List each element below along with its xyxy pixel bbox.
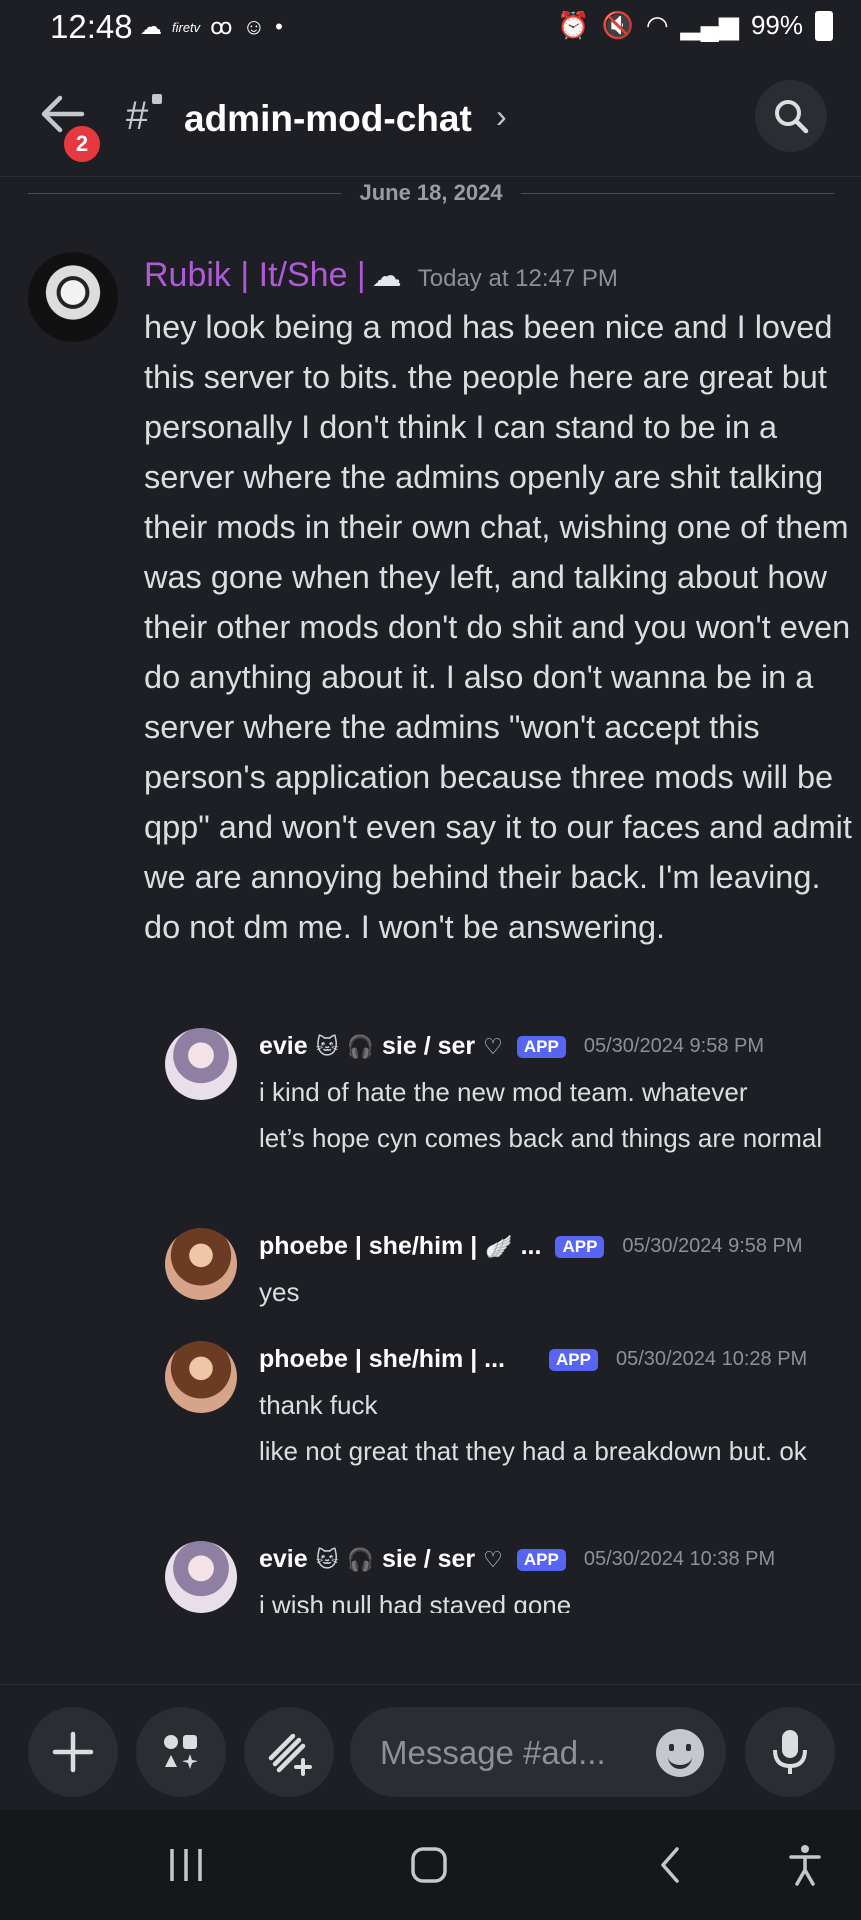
cloud-game-icon: ☁: [140, 14, 162, 39]
quoted-truncation: ...: [520, 1232, 542, 1260]
wing-emoji-icon: 🪽: [485, 1233, 513, 1259]
quoted-line: i kind of hate the new mod team. whateve…: [259, 1077, 748, 1107]
quoted-line: like not great that they had a breakdown…: [259, 1436, 807, 1466]
app-tag: APP: [555, 1235, 605, 1258]
quoted-text: i kind of hate the new mod team. whateve…: [259, 1072, 829, 1164]
home-icon: [411, 1847, 447, 1883]
date-label: June 18, 2024: [359, 180, 503, 205]
recents-button[interactable]: [156, 1842, 216, 1888]
cat-emoji-icon: 🐱: [315, 1546, 339, 1572]
quoted-author: evie: [259, 1545, 308, 1573]
accessibility-icon: [789, 1845, 821, 1886]
quoted-pronouns: sie / ser: [382, 1545, 476, 1573]
quoted-timestamp: 05/30/2024 10:28 PM: [615, 1348, 808, 1370]
quoted-text: yes: [259, 1272, 829, 1318]
plus-icon: [52, 1731, 94, 1773]
unread-badge: 2: [60, 122, 104, 166]
home-button[interactable]: [399, 1842, 459, 1888]
divider-line: [520, 192, 835, 194]
quoted-line: thank fuck: [259, 1390, 378, 1420]
cat-emoji-icon: 🐱: [315, 1033, 339, 1059]
quoted-author: phoebe | she/him | ...: [259, 1345, 505, 1373]
recents-icon: [170, 1849, 202, 1881]
voicemail-icon: ꝏ: [210, 14, 233, 39]
app-tag: APP: [516, 1548, 566, 1571]
wifi-icon: ◠: [645, 10, 669, 40]
quoted-line: yes: [259, 1277, 300, 1307]
app-tag: APP: [548, 1348, 598, 1371]
status-time: 12:48: [50, 8, 133, 45]
quoted-line: let’s hope cyn comes back and things are…: [259, 1123, 823, 1153]
quoted-timestamp: 05/30/2024 9:58 PM: [583, 1035, 764, 1057]
message-timestamp: Today at 12:47 PM: [417, 265, 618, 292]
quoted-author: evie: [259, 1032, 308, 1060]
quoted-pronouns: sie / ser: [382, 1032, 476, 1060]
battery-icon: [815, 10, 833, 41]
date-divider: June 18, 2024: [28, 176, 835, 210]
ribbon-icon: ♡: [483, 1546, 503, 1572]
alarm-icon: ⏰: [557, 10, 590, 40]
avatar: [165, 1028, 237, 1100]
reddit-icon: ☺: [242, 14, 266, 39]
signal-icon: ▂▄▆: [680, 10, 739, 40]
quoted-header: phoebe | she/him | 🪽 ... APP 05/30/2024 …: [259, 1232, 803, 1261]
avatar: [165, 1541, 237, 1613]
back-icon: [661, 1847, 679, 1883]
channel-header: 2 # admin-mod-chat ›: [0, 58, 861, 177]
gift-button[interactable]: [244, 1707, 334, 1797]
snow-cloud-icon: ☁: [371, 260, 402, 293]
accessibility-button[interactable]: [775, 1842, 835, 1888]
system-nav-bar: [0, 1810, 861, 1920]
dot-icon: •: [275, 14, 283, 39]
avatar: [165, 1228, 237, 1300]
microphone-icon: [773, 1730, 807, 1774]
apps-icon: [164, 1735, 198, 1769]
message-composer: [0, 1684, 861, 1811]
quoted-line: i wish null had stayed gone: [259, 1590, 572, 1613]
quoted-author: phoebe | she/him |: [259, 1232, 478, 1260]
status-bar: 12:48 ☁ firetv ꝏ ☺ • ⏰ 🔇 ◠ ▂▄▆ 99%: [0, 0, 861, 58]
search-button[interactable]: [755, 80, 827, 152]
status-left-icons: ☁ firetv ꝏ ☺ •: [140, 14, 283, 40]
channel-title[interactable]: admin-mod-chat: [184, 98, 472, 140]
avatar: [165, 1341, 237, 1413]
headphones-icon: 🎧: [346, 1033, 375, 1059]
apps-button[interactable]: [136, 1707, 226, 1797]
add-attachment-button[interactable]: [28, 1707, 118, 1797]
status-right-icons: ⏰ 🔇 ◠ ▂▄▆ 99%: [557, 10, 833, 41]
author-name[interactable]: Rubik | It/She |: [144, 256, 366, 295]
quoted-text: thank fuck like not great that they had …: [259, 1385, 829, 1477]
quoted-text: i wish null had stayed gone: [259, 1585, 829, 1613]
quoted-timestamp: 05/30/2024 10:38 PM: [583, 1548, 776, 1570]
app-tag: APP: [516, 1035, 566, 1058]
quoted-header: evie 🐱 🎧 sie / ser ♡ APP 05/30/2024 9:58…: [259, 1032, 764, 1061]
voice-message-button[interactable]: [745, 1707, 835, 1797]
headphones-icon: 🎧: [346, 1546, 375, 1572]
hash-lock-icon: #: [126, 94, 149, 138]
ribbon-icon: ♡: [483, 1033, 503, 1059]
quoted-timestamp: 05/30/2024 9:58 PM: [622, 1235, 803, 1257]
emoji-icon[interactable]: [656, 1729, 704, 1777]
battery-percent: 99%: [750, 10, 803, 40]
quoted-header: evie 🐱 🎧 sie / ser ♡ APP 05/30/2024 10:3…: [259, 1545, 775, 1574]
message-input-box[interactable]: [350, 1707, 726, 1797]
mute-icon: 🔇: [601, 10, 634, 40]
gift-icon: [268, 1733, 312, 1776]
message-header: Rubik | It/She | ☁ Today at 12:47 PM: [144, 256, 618, 295]
back-nav-button[interactable]: [640, 1842, 700, 1888]
message-text: hey look being a mod has been nice and I…: [144, 309, 852, 945]
lock-icon: [152, 94, 162, 104]
quoted-message: evie 🐱 🎧 sie / ser ♡ APP 05/30/2024 10:3…: [165, 1541, 835, 1613]
firetv-icon: firetv: [172, 19, 201, 35]
avatar[interactable]: [28, 252, 118, 342]
quoted-header: phoebe | she/him | ... APP 05/30/2024 10…: [259, 1345, 807, 1374]
divider-line: [28, 192, 342, 194]
search-icon: [775, 100, 809, 134]
chevron-right-icon[interactable]: ›: [496, 98, 507, 135]
message-input[interactable]: [378, 1729, 622, 1777]
